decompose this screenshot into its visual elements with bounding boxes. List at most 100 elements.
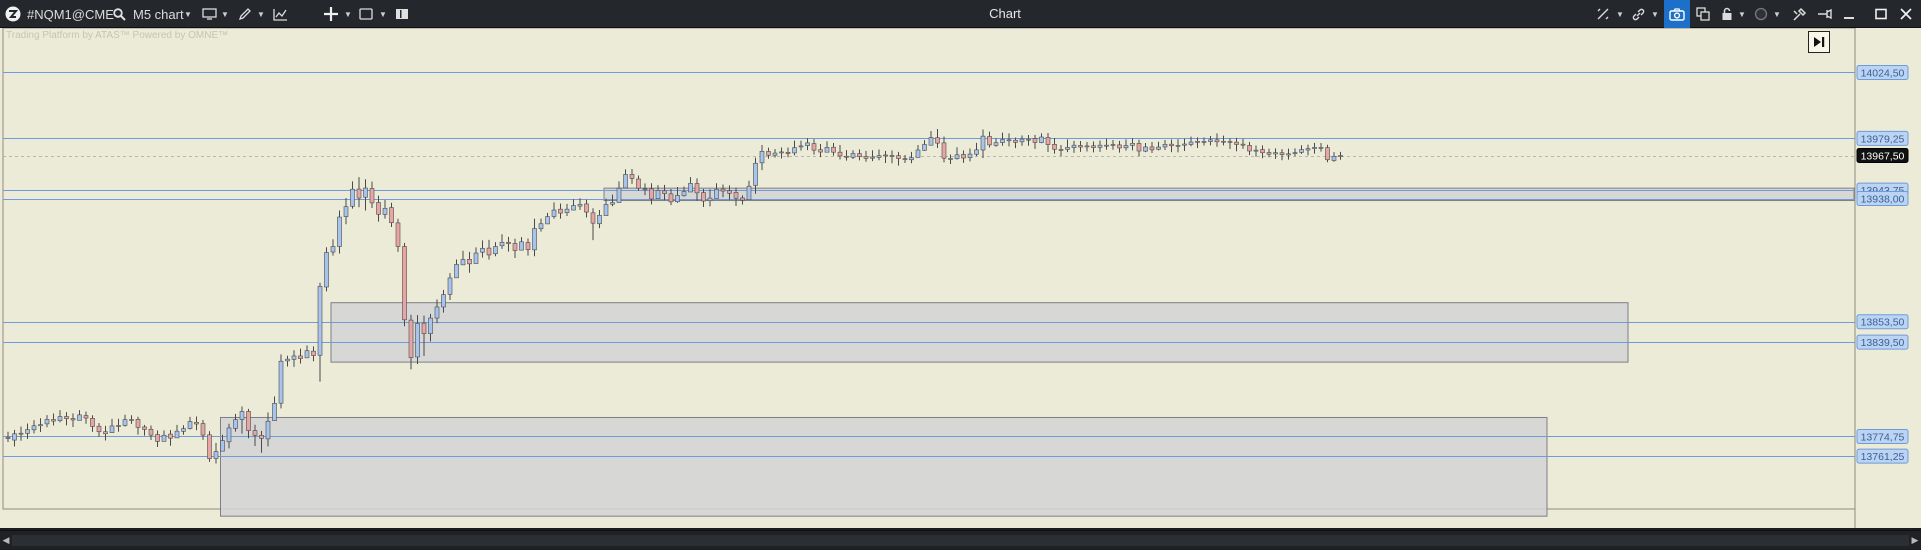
monitor-dropdown-icon[interactable]: ▼ [221, 0, 229, 28]
candle [896, 151, 901, 166]
candle [857, 149, 862, 161]
candle [402, 242, 407, 327]
app-logo-icon[interactable] [4, 0, 22, 28]
candle [454, 259, 459, 279]
theme-icon[interactable] [1752, 0, 1770, 28]
monitor-icon[interactable] [200, 0, 218, 28]
timeframe-selector[interactable]: M5 chart [133, 0, 184, 28]
candle [1013, 137, 1018, 149]
scroll-end-icon[interactable] [1808, 31, 1830, 53]
chart-plot-area[interactable]: 14024,5013979,2513967,5013943,7513938,00… [0, 28, 1921, 528]
candlestick-chart[interactable]: 14024,5013979,2513967,5013943,7513938,00… [0, 28, 1921, 528]
lock-dropdown-icon[interactable]: ▼ [1738, 0, 1746, 28]
candle [18, 426, 24, 441]
template-dropdown-icon[interactable]: ▼ [379, 0, 387, 28]
copy-icon[interactable] [1694, 0, 1712, 28]
sync-dropdown-icon[interactable]: ▼ [1616, 0, 1624, 28]
candle [142, 424, 147, 436]
crosshair-dropdown-icon[interactable]: ▼ [344, 0, 352, 28]
candle [174, 424, 180, 439]
search-icon[interactable] [110, 0, 128, 28]
camera-icon[interactable] [1664, 0, 1690, 28]
candle [545, 212, 550, 225]
candle [870, 150, 875, 162]
svg-text:13853,50: 13853,50 [1861, 317, 1905, 329]
layout-icon[interactable] [393, 0, 411, 28]
template-icon[interactable] [357, 0, 375, 28]
candle [1143, 143, 1148, 153]
scroll-left-icon[interactable]: ◀ [0, 531, 12, 550]
candle [649, 183, 654, 205]
lock-icon[interactable] [1719, 0, 1735, 28]
crosshair-icon[interactable] [322, 0, 340, 28]
candle [551, 202, 557, 219]
candle [1240, 138, 1246, 149]
pencil-dropdown-icon[interactable]: ▼ [257, 0, 265, 28]
horizontal-scrollbar[interactable]: ◀ ▶ [0, 530, 1921, 549]
candle [1312, 142, 1317, 154]
candle [1299, 145, 1304, 154]
candle [1214, 133, 1220, 147]
candle [57, 410, 63, 423]
candle [1208, 136, 1213, 146]
candle [1221, 135, 1226, 146]
candle [1071, 140, 1077, 153]
candle [785, 147, 791, 158]
candle [83, 411, 89, 424]
candle [974, 142, 979, 157]
scrollbar-thumb[interactable] [12, 535, 1909, 546]
candle [486, 239, 492, 260]
instrument-symbol[interactable]: #NQM1@CME [27, 0, 114, 28]
candle [558, 203, 563, 219]
candle [291, 350, 297, 367]
candle [324, 247, 329, 292]
candle [317, 282, 323, 382]
minimize-icon[interactable] [1840, 0, 1858, 28]
candle [1097, 140, 1103, 152]
candle [1078, 140, 1083, 152]
candle [1065, 139, 1070, 153]
close-icon[interactable] [1897, 0, 1915, 28]
candle [688, 177, 693, 193]
link-dropdown-icon[interactable]: ▼ [1651, 0, 1659, 28]
candle [935, 129, 940, 148]
svg-text:13774,75: 13774,75 [1861, 431, 1905, 443]
candle [298, 348, 303, 364]
candle [122, 414, 128, 427]
candle [272, 396, 277, 421]
theme-dropdown-icon[interactable]: ▼ [1773, 0, 1781, 28]
indicator-icon[interactable] [271, 0, 289, 28]
scroll-right-icon[interactable]: ▶ [1909, 531, 1921, 550]
sync-icon[interactable] [1594, 0, 1612, 28]
pencil-icon[interactable] [236, 0, 254, 28]
candle [792, 140, 797, 156]
pin-icon[interactable] [1815, 0, 1833, 28]
candle [168, 429, 173, 446]
maximize-icon[interactable] [1872, 0, 1890, 28]
candle [1091, 141, 1096, 153]
candle [493, 242, 498, 257]
candle [512, 238, 518, 259]
link-icon[interactable] [1629, 0, 1647, 28]
candle [623, 169, 628, 189]
candle [766, 147, 771, 159]
candle [584, 199, 589, 218]
candle [31, 420, 37, 434]
candle [506, 236, 511, 252]
candle [389, 202, 394, 227]
svg-text:14024,50: 14024,50 [1861, 67, 1905, 79]
candle [12, 429, 17, 447]
timeframe-dropdown-icon[interactable]: ▼ [184, 0, 192, 28]
candle [811, 139, 817, 155]
candle [1182, 138, 1187, 152]
candle [499, 234, 505, 249]
candle [571, 199, 576, 211]
candle [1123, 139, 1129, 151]
candle [70, 413, 76, 427]
tools-icon[interactable] [1790, 0, 1808, 28]
candle [207, 431, 212, 462]
price-level-label: 13839,50 [1856, 334, 1909, 350]
candle [90, 415, 95, 432]
candle [1026, 134, 1031, 146]
candle [480, 240, 485, 258]
